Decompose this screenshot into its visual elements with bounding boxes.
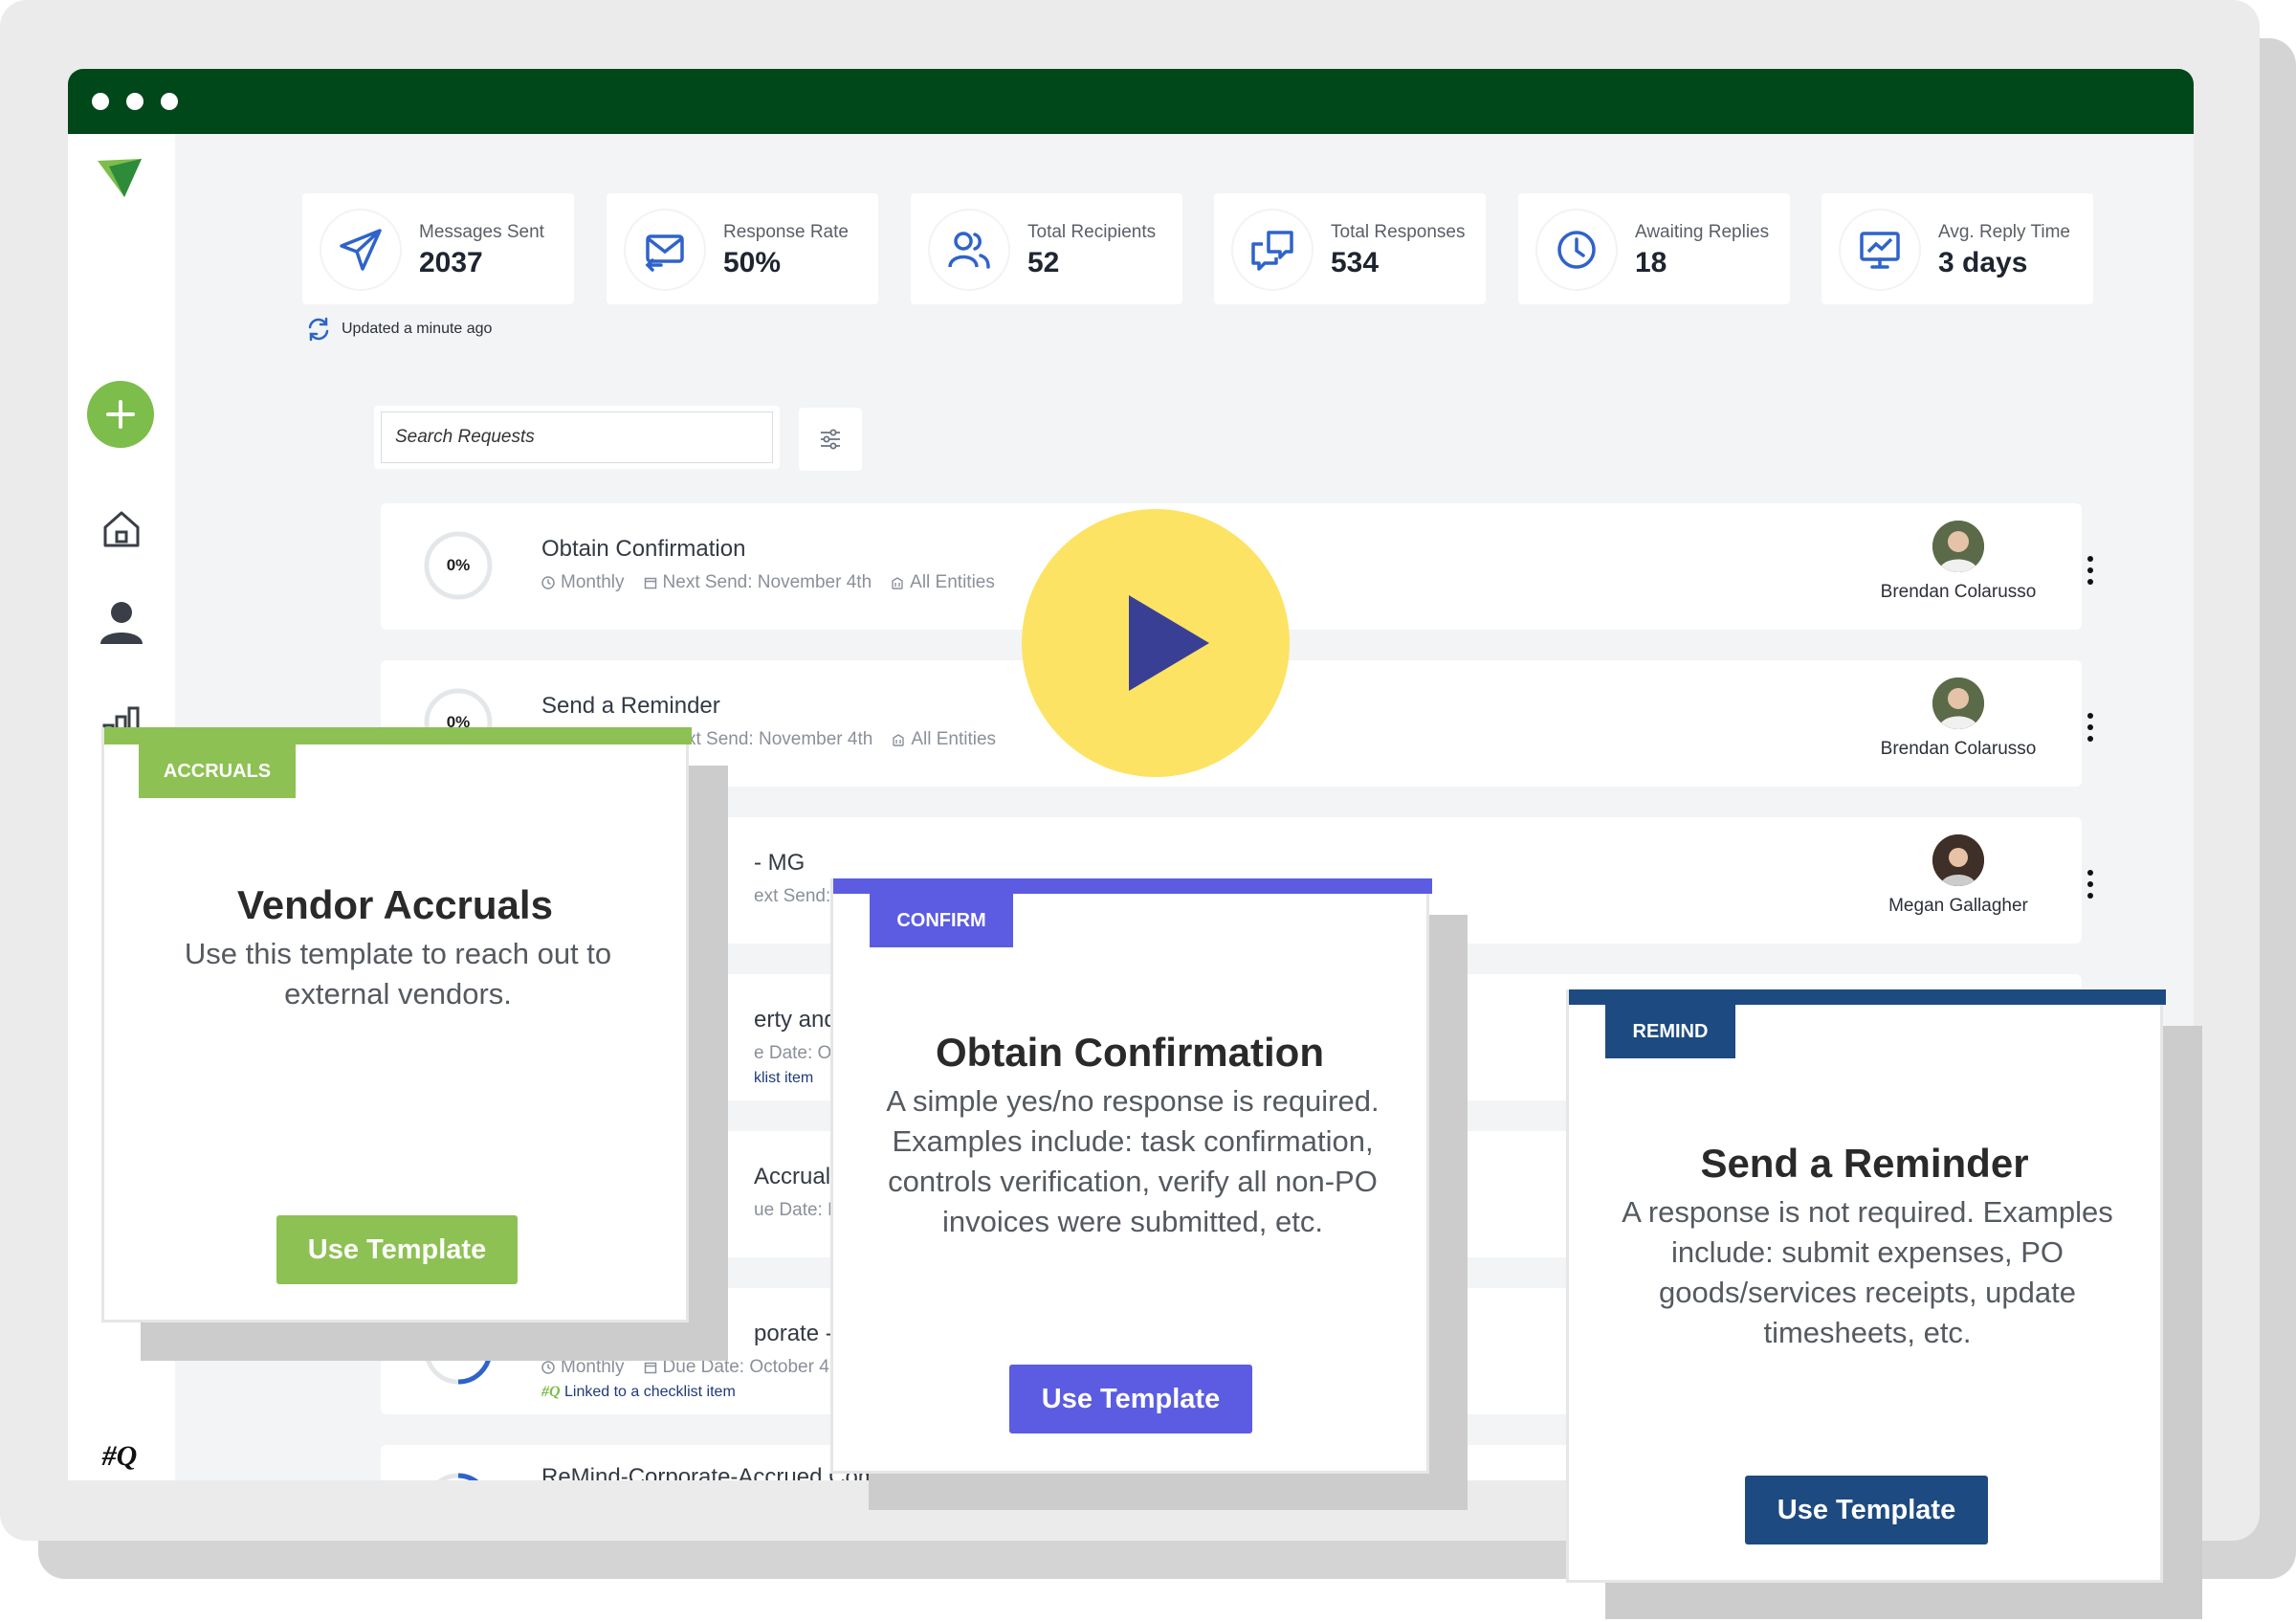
- monitor-chart-icon: [1841, 211, 1919, 289]
- request-schedule: xt Send: November 4th: [687, 729, 873, 749]
- calendar-icon: [644, 1362, 656, 1374]
- plus-icon: [106, 400, 135, 429]
- stat-label: Avg. Reply Time: [1938, 222, 2070, 242]
- play-icon: [1129, 595, 1209, 691]
- clock-icon: [1537, 211, 1616, 289]
- stat-card-avg-reply-time: Avg. Reply Time 3 days: [1821, 193, 2093, 304]
- refresh-icon[interactable]: [305, 316, 332, 343]
- card-accent-bar: [104, 727, 692, 744]
- request-schedule: Next Send: November 4th: [662, 572, 872, 592]
- template-title: Obtain Confirmation: [936, 1030, 1324, 1075]
- add-button[interactable]: [87, 381, 154, 448]
- user-icon[interactable]: [95, 595, 148, 649]
- avatar: [1932, 678, 1984, 729]
- window-dot-icon: [126, 93, 144, 110]
- template-description: A response is not required. Examples inc…: [1622, 1195, 2113, 1349]
- stat-card-messages-sent: Messages Sent 2037: [302, 193, 574, 304]
- template-card-remind: REMIND Send a Reminder A response is not…: [1566, 989, 2166, 1583]
- request-meta: xt Send: November 4th All Entities: [687, 729, 996, 750]
- stat-label: Total Responses: [1331, 222, 1466, 242]
- play-video-button[interactable]: [1022, 509, 1290, 777]
- paper-plane-icon: [321, 211, 400, 289]
- envelope-reply-icon: [626, 211, 704, 289]
- clock-icon: [541, 576, 555, 589]
- stat-label: Total Recipients: [1027, 222, 1157, 242]
- building-icon: [892, 577, 903, 589]
- stat-value: 52: [1027, 247, 1060, 278]
- title-bar: [68, 69, 2194, 134]
- hashq-link-icon: #Q: [541, 1384, 561, 1400]
- assignee-name: Brendan Colarusso: [1880, 582, 2037, 602]
- filter-button[interactable]: [799, 408, 862, 471]
- progress-text: 0%: [446, 556, 471, 574]
- chat-bubbles-icon: [1233, 211, 1312, 289]
- template-tag: ACCRUALS: [139, 744, 296, 798]
- more-options-icon[interactable]: [2086, 710, 2095, 744]
- building-icon: [893, 734, 905, 746]
- calendar-icon: [644, 577, 656, 589]
- search-input[interactable]: Search Requests: [381, 411, 773, 463]
- stat-value: 534: [1331, 247, 1380, 278]
- updated-status: Updated a minute ago: [305, 316, 492, 343]
- card-accent-bar: [1569, 989, 2166, 1005]
- request-entities: All Entities: [910, 572, 995, 592]
- stat-value: 18: [1635, 247, 1667, 278]
- template-title: Send a Reminder: [1700, 1141, 2029, 1186]
- template-tag: CONFIRM: [870, 894, 1013, 947]
- stat-value: 50%: [723, 247, 782, 278]
- updated-text: Updated a minute ago: [342, 321, 493, 337]
- use-template-button[interactable]: Use Template: [276, 1215, 518, 1284]
- template-tag: REMIND: [1605, 1005, 1735, 1058]
- stat-card-awaiting-replies: Awaiting Replies 18: [1518, 193, 1790, 304]
- checklist-link-text: Linked to a checklist item: [564, 1384, 736, 1400]
- users-icon: [930, 211, 1008, 289]
- template-title: Vendor Accruals: [237, 882, 553, 927]
- avatar: [1932, 521, 1984, 572]
- app-logo-icon[interactable]: [93, 151, 146, 205]
- use-template-button[interactable]: Use Template: [1745, 1476, 1988, 1544]
- progress-ring: [437, 1473, 479, 1480]
- assignee-name: Brendan Colarusso: [1880, 739, 2037, 759]
- stat-label: Response Rate: [723, 222, 849, 242]
- clock-icon: [541, 1361, 555, 1374]
- window-dot-icon: [161, 93, 178, 110]
- assignee-name: Megan Gallagher: [1888, 896, 2028, 916]
- checklist-link[interactable]: #Q Linked to a checklist item: [541, 1384, 736, 1401]
- request-title[interactable]: Obtain Confirmation: [541, 536, 745, 563]
- request-entities: All Entities: [911, 729, 997, 749]
- request-title[interactable]: Accruals: [754, 1164, 842, 1190]
- use-template-button[interactable]: Use Template: [1009, 1365, 1252, 1433]
- stat-value: 2037: [419, 247, 483, 278]
- hashq-logo[interactable]: #Q: [85, 1432, 154, 1480]
- more-options-icon[interactable]: [2086, 553, 2095, 588]
- card-accent-bar: [833, 878, 1432, 894]
- request-frequency: Monthly: [561, 572, 625, 592]
- checklist-link[interactable]: klist item: [754, 1070, 813, 1087]
- avatar: [1932, 834, 1984, 886]
- stat-card-response-rate: Response Rate 50%: [607, 193, 878, 304]
- stat-card-total-responses: Total Responses 534: [1214, 193, 1486, 304]
- stat-label: Awaiting Replies: [1635, 222, 1770, 242]
- template-card-confirm: CONFIRM Obtain Confirmation A simple yes…: [830, 878, 1432, 1474]
- window-dot-icon: [92, 93, 109, 110]
- template-description: A simple yes/no response is required. Ex…: [886, 1084, 1380, 1238]
- home-icon[interactable]: [95, 502, 148, 556]
- sliders-icon: [821, 429, 840, 450]
- more-options-icon[interactable]: [2086, 867, 2095, 901]
- stat-value: 3 days: [1938, 247, 2028, 278]
- template-description: Use this template to reach out to extern…: [184, 937, 612, 1011]
- stat-label: Messages Sent: [419, 222, 544, 242]
- stat-card-total-recipients: Total Recipients 52: [911, 193, 1182, 304]
- request-title[interactable]: Send a Reminder: [541, 693, 720, 720]
- request-title[interactable]: - MG: [754, 850, 805, 877]
- request-meta: Monthly Next Send: November 4th All Enti…: [541, 572, 995, 593]
- template-card-accruals: ACCRUALS Vendor Accruals Use this templa…: [101, 727, 692, 1322]
